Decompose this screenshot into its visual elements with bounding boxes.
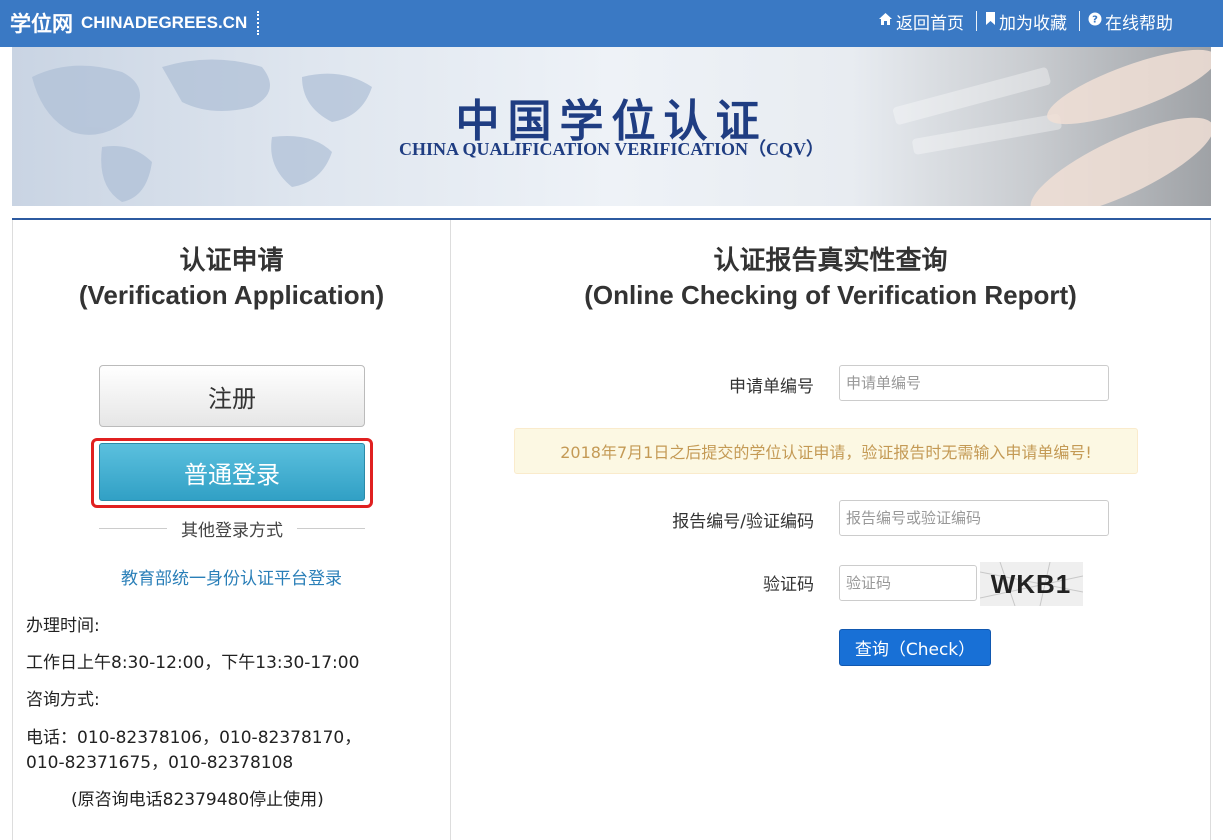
brand-divider: [257, 11, 260, 35]
home-icon: [878, 11, 893, 31]
top-links: 返回首页 加为收藏 ? 在线帮助: [878, 8, 1173, 34]
captcha-text: WKB1: [991, 569, 1072, 599]
other-login-label: 其他登录方式: [181, 520, 283, 541]
check-button[interactable]: 查询（Check）: [839, 629, 991, 666]
site-brand[interactable]: 学位网 CHINADEGREES.CN: [10, 8, 260, 38]
brand-name-en: CHINADEGREES.CN: [81, 13, 248, 32]
register-button[interactable]: 注册: [99, 365, 365, 427]
phone-text: 电话：010-82378106，010-82378170，010-8237167…: [26, 728, 362, 773]
application-number-input[interactable]: [839, 365, 1109, 401]
help-icon: ?: [1088, 11, 1102, 31]
application-number-label: 申请单编号: [729, 377, 814, 397]
verification-application-panel: 认证申请 (Verification Application) 注册 普通登录 …: [12, 220, 451, 840]
report-check-title-en: (Online Checking of Verification Report): [584, 280, 1077, 310]
report-number-input[interactable]: [839, 500, 1109, 536]
home-link[interactable]: 返回首页: [878, 9, 964, 34]
captcha-input[interactable]: [839, 565, 977, 601]
help-link-label: 在线帮助: [1105, 13, 1173, 34]
divider-line: [297, 527, 365, 529]
moe-login-link[interactable]: 教育部统一身份认证平台登录: [13, 564, 450, 589]
banner-subtitle: CHINA QUALIFICATION VERIFICATION（CQV）: [398, 139, 825, 159]
login-button[interactable]: 普通登录: [99, 443, 365, 501]
application-title-cn: 认证申请: [179, 246, 284, 276]
captcha-image[interactable]: WKB1: [980, 562, 1083, 606]
bookmark-link[interactable]: 加为收藏: [985, 9, 1067, 34]
bookmark-link-label: 加为收藏: [999, 13, 1067, 34]
application-title-en: (Verification Application): [78, 280, 385, 310]
old-phone-text: (原咨询电话82379480停止使用): [71, 790, 324, 810]
link-divider: [1079, 11, 1080, 31]
report-number-label: 报告编号/验证编码: [672, 512, 814, 532]
captcha-label: 验证码: [763, 575, 814, 595]
report-check-panel: 认证报告真实性查询 (Online Checking of Verificati…: [451, 220, 1211, 840]
bookmark-icon: [985, 11, 996, 31]
hours-text: 工作日上午8:30-12:00，下午13:30-17:00: [26, 653, 360, 673]
banner: 中国学位认证 CHINA QUALIFICATION VERIFICATION（…: [12, 47, 1211, 206]
top-bar: 学位网 CHINADEGREES.CN 返回首页 加为收藏 ? 在线帮助: [0, 0, 1223, 47]
hours-heading: 办理时间:: [26, 616, 100, 636]
contact-heading: 咨询方式:: [26, 690, 100, 710]
report-check-title-cn: 认证报告真实性查询: [713, 246, 948, 276]
link-divider: [976, 11, 977, 31]
notice-message: 2018年7月1日之后提交的学位认证申请，验证报告时无需输入申请单编号!: [514, 428, 1138, 474]
divider-line: [99, 527, 167, 529]
other-login-divider: 其他登录方式: [99, 516, 365, 541]
brand-name-cn: 学位网: [10, 12, 73, 36]
main-content: 认证申请 (Verification Application) 注册 普通登录 …: [12, 218, 1211, 840]
home-link-label: 返回首页: [896, 13, 964, 34]
help-link[interactable]: ? 在线帮助: [1088, 9, 1173, 34]
svg-text:?: ?: [1092, 15, 1098, 26]
